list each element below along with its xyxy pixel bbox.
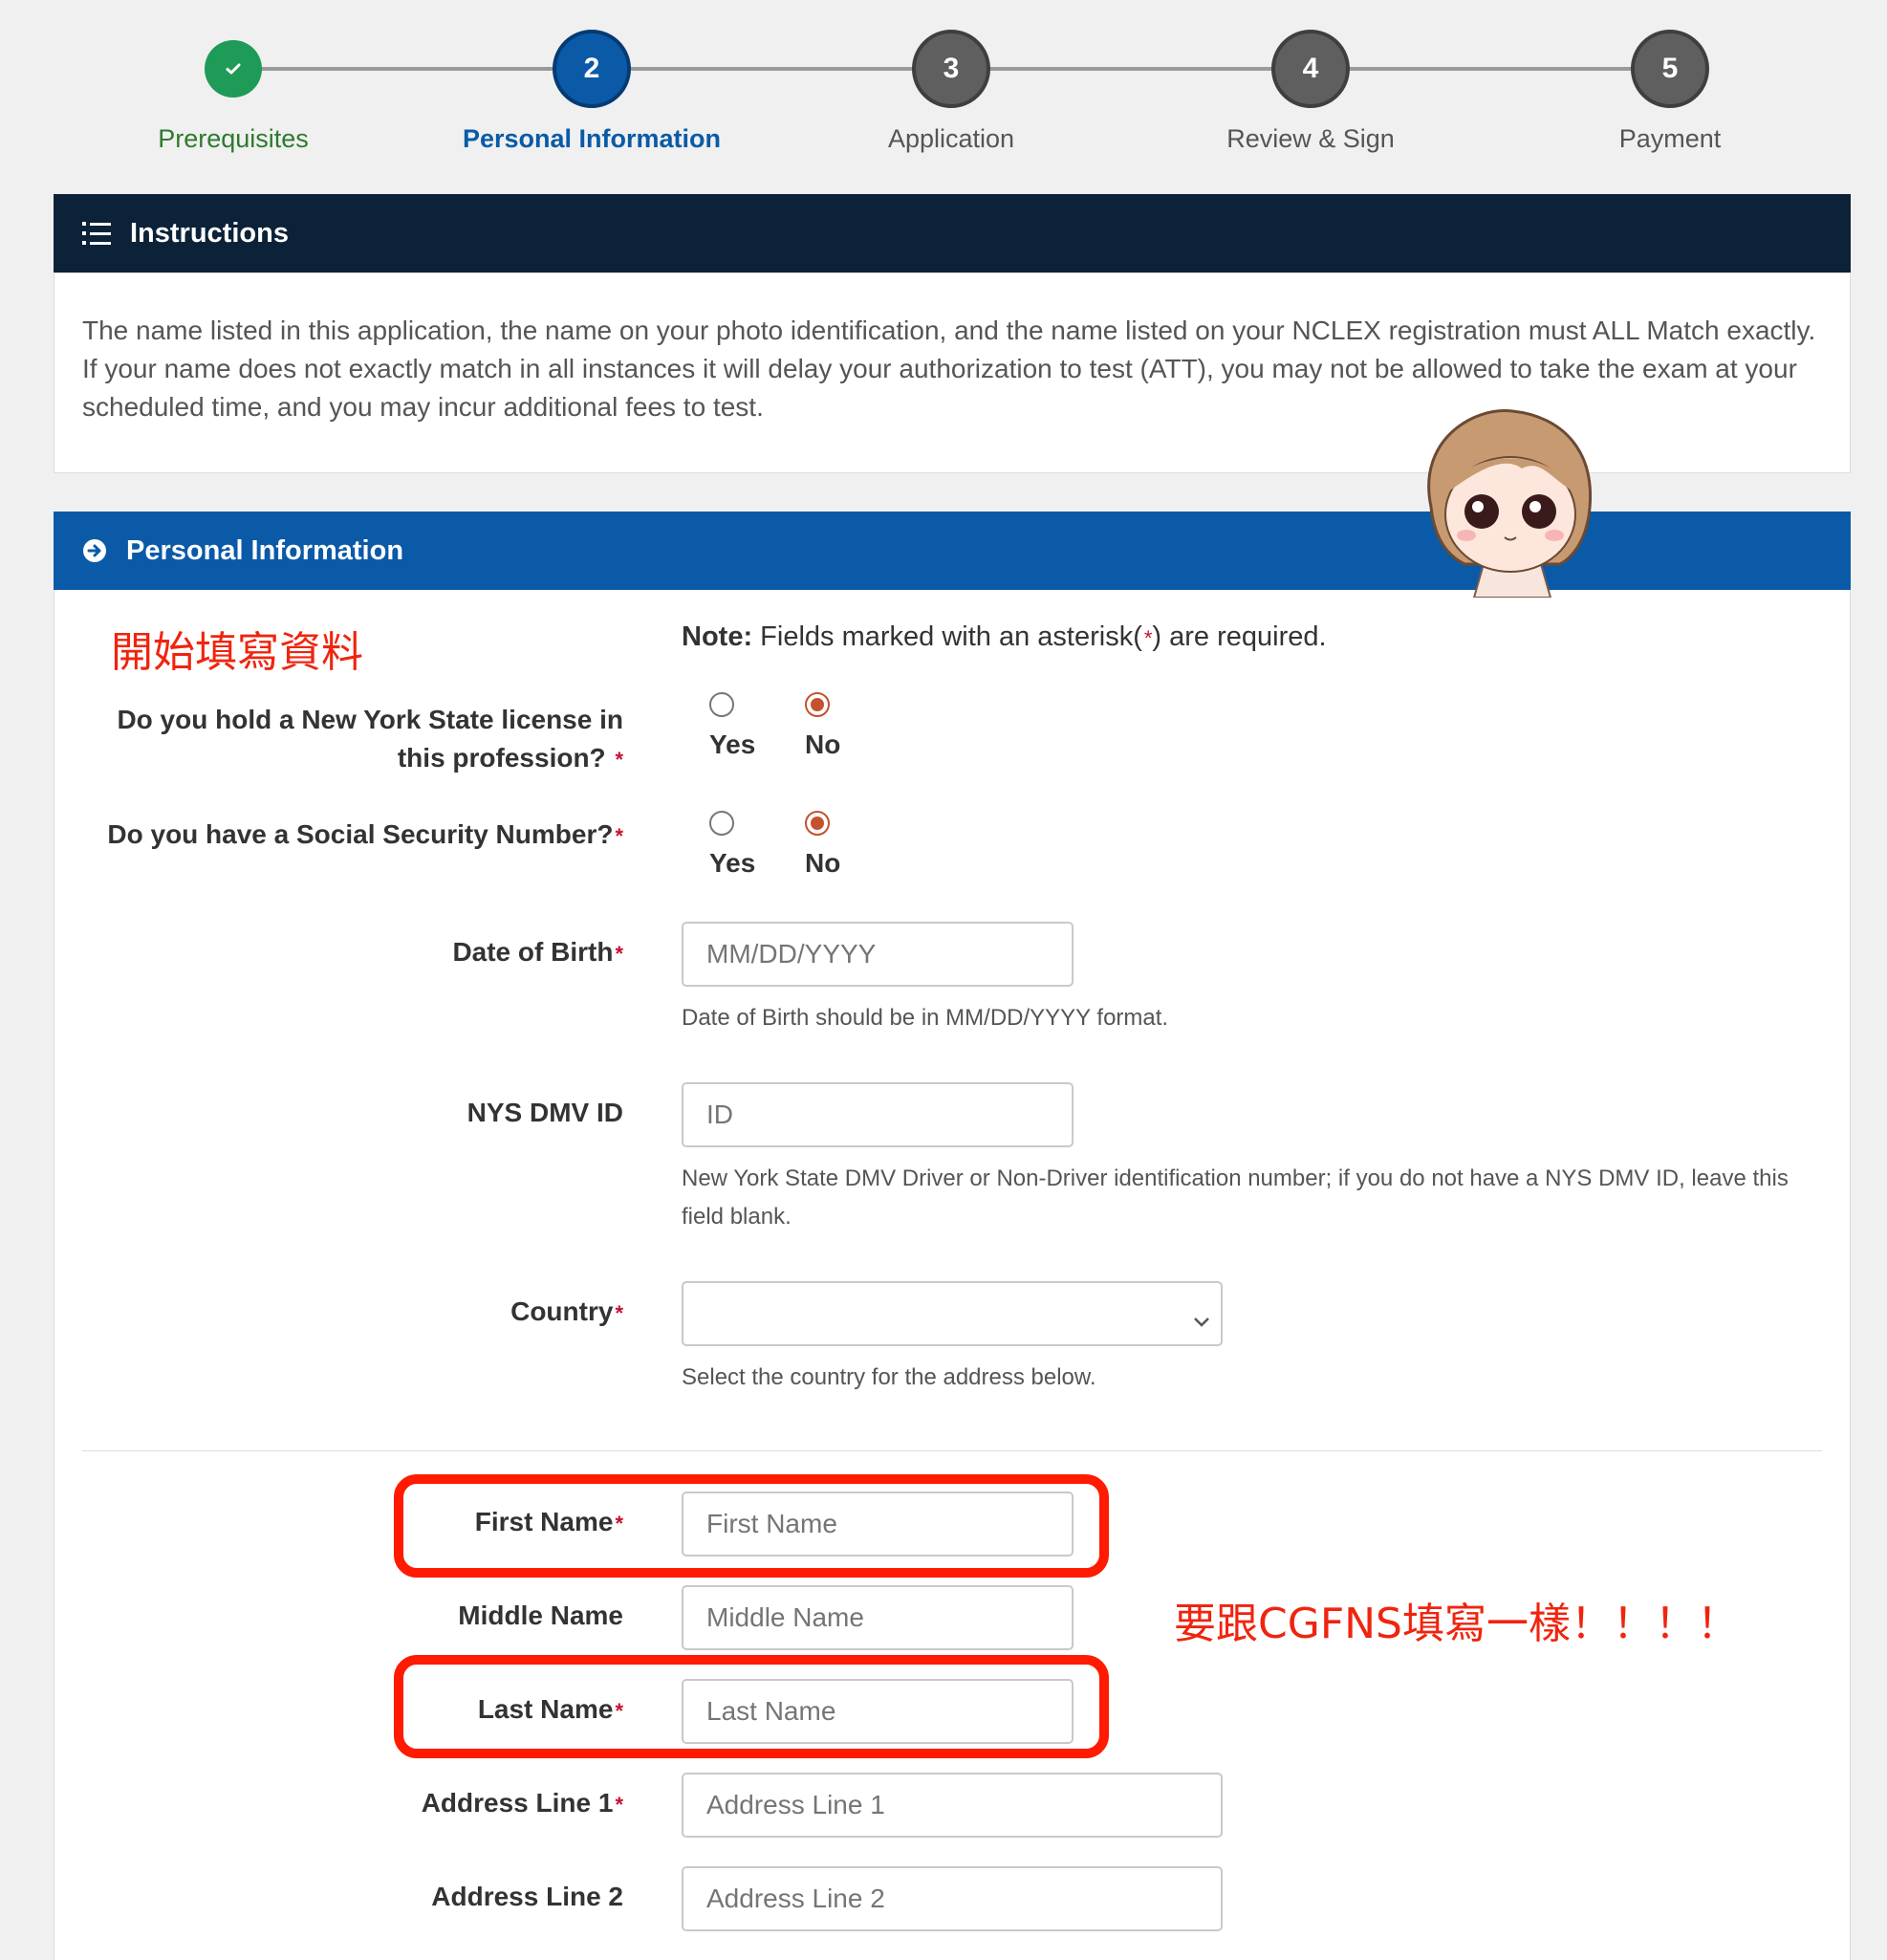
middle-name-label: Middle Name [458, 1601, 623, 1630]
note-bold: Note: [682, 621, 753, 652]
address-line2-input[interactable] [682, 1866, 1223, 1931]
step-3-circle: 3 [912, 30, 990, 108]
ssn-yes-label[interactable]: Yes [709, 848, 755, 879]
address-line1-label: Address Line 1* [57, 1788, 623, 1818]
step-1-label[interactable]: Prerequisites [61, 124, 405, 154]
dmv-id-input[interactable] [682, 1082, 1074, 1147]
required-star: * [615, 942, 623, 966]
dob-label: Date of Birth* [57, 937, 623, 968]
ssn-no-label[interactable]: No [805, 848, 840, 879]
annotation-start-filling: 開始填寫資料 [111, 628, 363, 677]
section-divider [82, 1450, 1822, 1451]
license-question-line2: this profession? [397, 743, 606, 773]
required-star: * [615, 1793, 623, 1817]
step-1-complete-icon [206, 41, 261, 97]
address-line2-label: Address Line 2 [431, 1882, 623, 1911]
instructions-title: Instructions [130, 217, 289, 249]
dob-help: Date of Birth should be in MM/DD/YYYY fo… [682, 1005, 1169, 1031]
license-yes-radio[interactable] [709, 692, 734, 717]
step-3-label: Application [887, 124, 1015, 153]
step-5-circle: 5 [1631, 30, 1709, 108]
step-4-circle: 4 [1271, 30, 1350, 108]
country-label-text: Country [510, 1296, 614, 1326]
ssn-question-text: Do you have a Social Security Number? [107, 819, 614, 849]
country-select[interactable] [682, 1281, 1223, 1346]
required-fields-note: Note: Fields marked with an asterisk(*) … [682, 621, 1327, 653]
note-end: ) are required. [1152, 621, 1327, 652]
country-label: Country* [57, 1296, 623, 1327]
ssn-yes-radio[interactable] [709, 811, 734, 836]
address-line1-input[interactable] [682, 1773, 1223, 1838]
arrow-circle-right-icon [82, 538, 107, 563]
step-2-circle: 2 [553, 30, 631, 108]
ssn-no-radio[interactable] [805, 811, 830, 836]
step-5-label: Payment [1618, 124, 1722, 153]
license-yes-label[interactable]: Yes [709, 730, 755, 760]
list-icon [82, 220, 111, 247]
dmv-label: NYS DMV ID [466, 1098, 623, 1127]
mascot-sticker-image [1407, 402, 1608, 599]
chevron-down-icon [1192, 1304, 1211, 1335]
highlight-first-name-box [394, 1474, 1109, 1578]
country-help: Select the country for the address below… [682, 1364, 1096, 1390]
license-question-line1: Do you hold a New York State license in [117, 705, 623, 734]
dob-label-text: Date of Birth [452, 937, 614, 967]
required-star: * [615, 824, 623, 848]
license-no-label[interactable]: No [805, 730, 840, 760]
required-star: * [615, 748, 623, 772]
instructions-header: Instructions [54, 194, 1851, 272]
address-line1-label-text: Address Line 1 [421, 1788, 614, 1818]
personal-info-title: Personal Information [126, 534, 404, 566]
step-4-label: Review & Sign [1226, 124, 1395, 153]
note-text: Fields marked with an asterisk( [752, 621, 1142, 652]
middle-name-input[interactable] [682, 1585, 1074, 1650]
dmv-help: New York State DMV Driver or Non-Driver … [682, 1165, 1789, 1230]
step-2-label[interactable]: Personal Information [420, 124, 764, 154]
required-star: * [615, 1301, 623, 1325]
dob-input[interactable] [682, 922, 1074, 987]
license-question-label: Do you hold a New York State license in … [57, 701, 623, 779]
highlight-last-name-box [394, 1655, 1109, 1758]
license-no-radio[interactable] [805, 692, 830, 717]
ssn-question-label: Do you have a Social Security Number?* [57, 819, 623, 850]
annotation-match-cgfns: 要跟CGFNS填寫一樣！！！！ [1174, 1600, 1739, 1648]
